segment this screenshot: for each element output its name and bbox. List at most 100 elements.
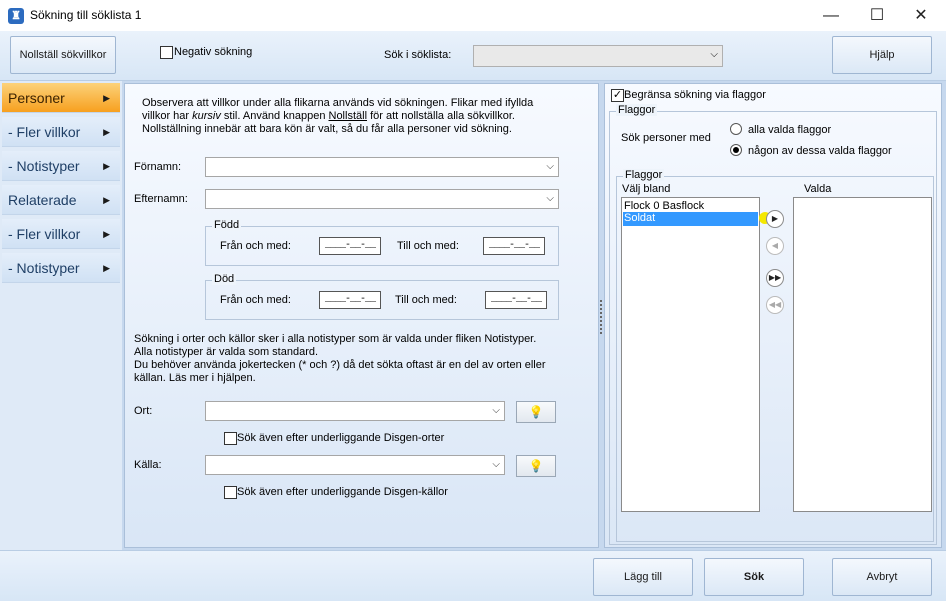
sidebar-item-relaterade-fler-villkor[interactable]: - Fler villkor ▶ bbox=[2, 219, 120, 249]
sidebar-item-label: Personer bbox=[8, 90, 65, 106]
born-to-date[interactable]: ____-__-__ bbox=[483, 237, 545, 255]
flags-group-title: Flaggor bbox=[616, 104, 658, 116]
sidebar-item-fler-villkor[interactable]: - Fler villkor ▶ bbox=[2, 117, 120, 147]
ort-label: Ort: bbox=[134, 405, 153, 417]
move-all-left-icon[interactable]: ◀◀ bbox=[766, 296, 784, 314]
born-to-label: Till och med: bbox=[397, 240, 459, 252]
info-text-italic: kursiv bbox=[192, 110, 221, 122]
flags-inner-group: Flaggor Välj bland Valda Flock 0 Basfloc… bbox=[616, 169, 934, 542]
death-to-date[interactable]: ____-__-__ bbox=[485, 291, 547, 309]
lightbulb-icon: 💡 bbox=[528, 459, 544, 473]
chevron-down-icon[interactable]: ⌵ bbox=[492, 459, 500, 470]
sidebar-item-label: Relaterade bbox=[8, 192, 77, 208]
death-to-label: Till och med: bbox=[395, 294, 457, 306]
sidebar-item-label: - Fler villkor bbox=[8, 226, 81, 242]
search-in-list-select[interactable]: ⌵ bbox=[473, 45, 723, 67]
toolbar: Nollställ sökvillkor Negativ sökning Sök… bbox=[0, 31, 946, 81]
maximize-icon[interactable]: ☐ bbox=[854, 0, 900, 31]
sidebar: Personer ▶ - Fler villkor ▶ - Notistyper… bbox=[0, 81, 122, 550]
chevron-down-icon[interactable]: ⌵ bbox=[546, 161, 554, 172]
sidebar-item-label: - Notistyper bbox=[8, 158, 80, 174]
search-button[interactable]: Sök bbox=[704, 558, 804, 596]
app-icon: ♜ bbox=[8, 8, 24, 24]
ort-sub-checkbox[interactable] bbox=[224, 432, 237, 448]
window-title: Sökning till söklista 1 bbox=[30, 8, 142, 22]
selected-label: Valda bbox=[804, 183, 832, 195]
kalla-sub-checkbox[interactable] bbox=[224, 486, 237, 502]
cancel-button[interactable]: Avbryt bbox=[832, 558, 932, 596]
list-item[interactable]: Flock 0 Basflock bbox=[622, 198, 759, 212]
ort-combobox[interactable]: ⌵ bbox=[205, 401, 505, 421]
flags-group: Flaggor Sök personer med alla valda flag… bbox=[609, 104, 937, 545]
born-from-label: Från och med: bbox=[220, 240, 291, 252]
radio-any-flags[interactable] bbox=[730, 144, 742, 156]
sidebar-item-relaterade[interactable]: Relaterade ▶ bbox=[2, 185, 120, 215]
minimize-icon[interactable]: — bbox=[808, 0, 854, 31]
radio-all-flags-label: alla valda flaggor bbox=[748, 124, 832, 136]
kalla-sub-box[interactable] bbox=[224, 486, 237, 499]
move-right-icon[interactable]: ▶ bbox=[766, 210, 784, 228]
radio-any-flags-label: någon av dessa valda flaggor bbox=[748, 145, 892, 157]
chevron-down-icon: ⌵ bbox=[710, 49, 718, 60]
chevron-right-icon: ▶ bbox=[103, 195, 110, 205]
ort-lightbulb-button[interactable]: 💡 bbox=[516, 401, 556, 423]
death-group-title: Död bbox=[212, 273, 237, 285]
selected-flags-list[interactable] bbox=[793, 197, 932, 512]
chevron-down-icon[interactable]: ⌵ bbox=[546, 193, 554, 204]
note-line4: källan. Läs mer i hjälpen. bbox=[134, 372, 256, 384]
sidebar-item-label: - Notistyper bbox=[8, 260, 80, 276]
radio-all-flags[interactable] bbox=[730, 123, 742, 135]
death-group: Död Från och med: ____-__-__ Till och me… bbox=[205, 273, 559, 320]
fornamn-label: Förnamn: bbox=[134, 161, 182, 173]
fornamn-combobox[interactable]: ⌵ bbox=[205, 157, 559, 177]
death-from-label: Från och med: bbox=[220, 294, 291, 306]
negative-search-box[interactable] bbox=[160, 46, 173, 59]
negative-search-checkbox[interactable] bbox=[160, 46, 173, 62]
note-line2: Alla notistyper är valda som standard. bbox=[134, 346, 319, 358]
panel-splitter[interactable] bbox=[600, 300, 602, 334]
chevron-right-icon: ▶ bbox=[103, 127, 110, 137]
limit-flags-label: Begränsa sökning via flaggor bbox=[624, 89, 766, 101]
info-text-part: villkor har bbox=[142, 110, 193, 122]
close-icon[interactable]: ✕ bbox=[898, 0, 944, 31]
reset-conditions-button[interactable]: Nollställ sökvillkor bbox=[10, 36, 116, 74]
efternamn-combobox[interactable]: ⌵ bbox=[205, 189, 559, 209]
limit-flags-box[interactable] bbox=[611, 89, 624, 102]
chevron-right-icon: ▶ bbox=[103, 263, 110, 273]
info-text-part: för att nollställa alla sökvillkor. bbox=[367, 110, 515, 122]
add-button[interactable]: Lägg till bbox=[593, 558, 693, 596]
note-line3: Du behöver använda jokertecken (* och ?)… bbox=[134, 359, 546, 371]
bottom-bar: Lägg till Sök Avbryt bbox=[0, 550, 946, 601]
sidebar-item-personer[interactable]: Personer ▶ bbox=[2, 83, 120, 113]
flags-inner-title: Flaggor bbox=[623, 169, 665, 181]
search-in-list-label: Sök i söklista: bbox=[384, 49, 452, 61]
sidebar-item-relaterade-notistyper[interactable]: - Notistyper ▶ bbox=[2, 253, 120, 283]
move-left-icon[interactable]: ◀ bbox=[766, 237, 784, 255]
kalla-lightbulb-button[interactable]: 💡 bbox=[516, 455, 556, 477]
move-all-right-icon[interactable]: ▶▶ bbox=[766, 269, 784, 287]
death-from-date[interactable]: ____-__-__ bbox=[319, 291, 381, 309]
efternamn-label: Efternamn: bbox=[134, 193, 188, 205]
choose-from-label: Välj bland bbox=[622, 183, 671, 195]
sidebar-item-label: - Fler villkor bbox=[8, 124, 81, 140]
limit-flags-checkbox[interactable] bbox=[611, 89, 624, 102]
born-from-date[interactable]: ____-__-__ bbox=[319, 237, 381, 255]
born-group-title: Född bbox=[212, 219, 242, 231]
help-button[interactable]: Hjälp bbox=[832, 36, 932, 74]
list-item-selected[interactable]: Soldat bbox=[623, 212, 758, 226]
note-line1: Sökning i orter och källor sker i alla n… bbox=[134, 333, 537, 345]
sidebar-item-notistyper[interactable]: - Notistyper ▶ bbox=[2, 151, 120, 181]
born-group: Född Från och med: ____-__-__ Till och m… bbox=[205, 219, 559, 266]
chevron-down-icon[interactable]: ⌵ bbox=[492, 405, 500, 416]
kalla-combobox[interactable]: ⌵ bbox=[205, 455, 505, 475]
kalla-sub-label: Sök även efter underliggande Disgen-käll… bbox=[237, 486, 448, 498]
info-text-line3: Nollställning innebär att bara kön är va… bbox=[142, 123, 512, 135]
info-text-line2: villkor har kursiv stil. Använd knappen … bbox=[142, 110, 515, 122]
ort-sub-box[interactable] bbox=[224, 432, 237, 445]
search-persons-label: Sök personer med bbox=[621, 132, 711, 144]
chevron-right-icon: ▶ bbox=[103, 161, 110, 171]
title-bar: ♜ Sökning till söklista 1 — ☐ ✕ bbox=[0, 0, 946, 31]
chevron-right-icon: ▶ bbox=[103, 93, 110, 103]
info-text-underline: Nollställ bbox=[328, 110, 368, 122]
available-flags-list[interactable]: Flock 0 Basflock Soldat bbox=[621, 197, 760, 512]
